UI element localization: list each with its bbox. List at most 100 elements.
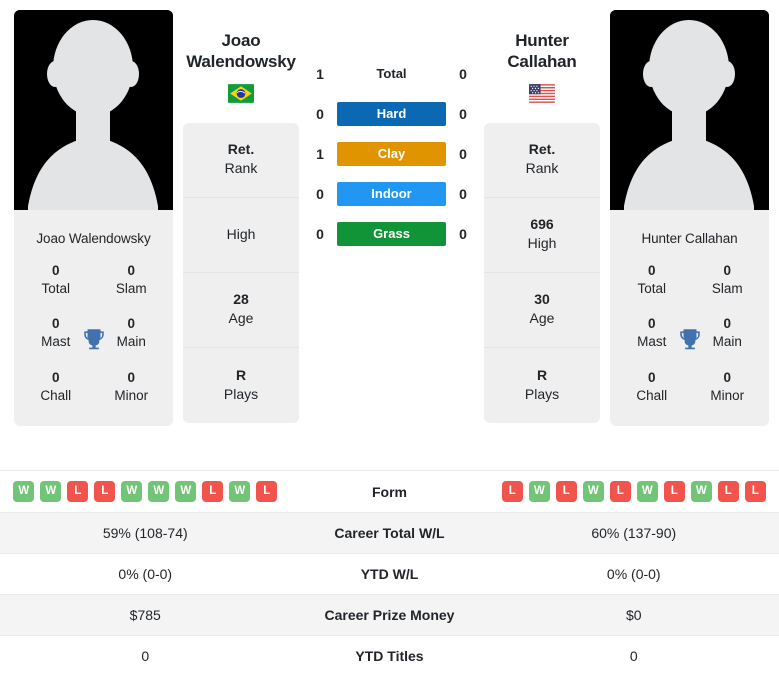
comparison-header: Joao Walendowsky 0 Total 0 Slam 0 Mast 0… (0, 0, 779, 470)
stat-row-high: High (183, 198, 299, 273)
trophy-label: Chall (40, 387, 72, 403)
trophy-value: 0 (127, 263, 135, 278)
trophy-stat: 0 Chall (18, 361, 94, 414)
left-form-cell: WWLLWWWLWL (0, 471, 291, 513)
right-player-photo-card: Hunter Callahan 0 Total 0 Slam 0 Mast 0 … (610, 10, 769, 427)
right-value: 0 (629, 648, 638, 665)
form-badge-win: W (148, 481, 170, 502)
row-label: YTD Titles (355, 648, 424, 665)
h2h-left-score: 0 (316, 226, 324, 242)
right-player-info: Hunter Callahan Ret. Rank 696 High 30 Ag… (484, 10, 600, 423)
form-badge-loss: L (744, 481, 766, 502)
trophy-value: 0 (51, 369, 60, 385)
stat-value: R (536, 366, 548, 383)
right-value: 0% (0-0) (606, 566, 661, 582)
stat-label: Plays (223, 385, 259, 402)
h2h-surface-badge-indoor[interactable]: Indoor (337, 182, 446, 206)
form-badge-loss: L (501, 481, 523, 502)
table-row-ytd-wl: 0% (0-0) YTD W/L 0% (0-0) (0, 553, 779, 595)
trophy-label: Mast (41, 334, 71, 350)
trophy-stat: 0 Main (94, 307, 170, 360)
comparison-table: WWLLWWWLWL Form LWLWLWLWLL 59% (108-74) … (0, 470, 779, 677)
form-badge-win: W (121, 481, 143, 502)
h2h-right-score: 0 (459, 186, 467, 202)
form-badge-win: W (582, 481, 604, 502)
h2h-right-score: 0 (459, 146, 467, 162)
stat-label: Age (529, 310, 555, 326)
player-name-label: Hunter Callahan (641, 231, 738, 246)
trophy-value: 0 (723, 369, 731, 385)
form-badge-win: W (40, 481, 62, 502)
trophy-stat: 0 Slam (94, 254, 170, 307)
form-badge-win: W (175, 481, 197, 502)
h2h-row-grass: 0 Grass 0 (309, 222, 474, 246)
h2h-surface-label: Total (376, 66, 407, 81)
player-first-name: Hunter (515, 31, 569, 50)
right-flag-wrap (484, 83, 600, 103)
player-card: Hunter Callahan 0 Total 0 Slam 0 Mast 0 … (610, 10, 769, 427)
right-value: $0 (488, 594, 779, 636)
table-row-ytd-titles: 0 YTD Titles 0 (0, 635, 779, 677)
table-row-prize-money: $785 Career Prize Money $0 (0, 594, 779, 636)
form-badge-win: W (13, 481, 35, 502)
left-player-photo (14, 10, 173, 222)
left-player-info: Joao Walendowsky Ret. Rank High 28 Age R… (183, 10, 299, 423)
h2h-row-hard: 0 Hard 0 (309, 102, 474, 126)
left-value: 0 (141, 648, 150, 665)
left-player-name: Joao Walendowsky (183, 10, 299, 73)
stat-value: 696 (530, 216, 554, 233)
right-stat-box: Ret. Rank 696 High 30 Age R Plays (484, 122, 600, 423)
trophy-stat: 0 Main (690, 307, 766, 360)
head-to-head-column: 1 Total 0 0 Hard 0 1 Clay 0 0 Indoor 0 0… (309, 10, 474, 262)
trophy-value: 0 (647, 316, 656, 332)
h2h-surface-badge-hard[interactable]: Hard (337, 102, 446, 126)
trophy-value: 0 (723, 263, 731, 278)
stat-label: Rank (224, 160, 258, 176)
right-form-cell: LWLWLWLWLL (489, 471, 779, 513)
h2h-left-score: 1 (316, 66, 324, 82)
stat-row-age: 28 Age (183, 273, 299, 348)
h2h-left-score: 0 (316, 106, 324, 122)
left-value: 59% (108-74) (0, 512, 291, 554)
h2h-left-score: 1 (316, 146, 324, 162)
right-form-list: LWLWLWLWLL (497, 481, 772, 502)
trophy-value: 0 (127, 369, 135, 385)
trophy-value: 0 (723, 316, 731, 332)
trophy-label: Minor (114, 387, 149, 403)
right-player-name: Hunter Callahan (484, 10, 600, 73)
form-badge-loss: L (609, 481, 631, 502)
trophy-stat: 0 Total (614, 254, 690, 307)
table-row-career-wl: 59% (108-74) Career Total W/L 60% (137-9… (0, 512, 779, 554)
trophy-label: Main (116, 334, 146, 350)
stat-value: R (235, 366, 247, 383)
form-badge-win: W (690, 481, 712, 502)
h2h-right-score: 0 (459, 106, 467, 122)
right-player-photo (610, 10, 769, 222)
stat-row-high: 696 High (484, 198, 600, 273)
h2h-surface-badge-grass[interactable]: Grass (337, 222, 446, 246)
h2h-left-score: 0 (316, 186, 324, 202)
trophy-stat: 0 Mast (614, 307, 690, 360)
trophy-stat: 0 Mast (18, 307, 94, 360)
trophy-stat: 0 Chall (614, 361, 690, 414)
form-badge-loss: L (94, 481, 116, 502)
left-flag-wrap (183, 83, 299, 103)
trophy-grid: 0 Total 0 Slam 0 Mast 0 Main 0 Chall 0 M… (14, 252, 173, 426)
trophy-stat: 0 Minor (690, 361, 766, 414)
h2h-row-total: 1 Total 0 (309, 62, 474, 86)
left-value: 0% (0-0) (118, 566, 173, 582)
stat-row-plays: R Plays (183, 348, 299, 423)
stat-label: High (527, 235, 557, 251)
stat-row-plays: R Plays (484, 348, 600, 423)
trophy-stat: 0 Slam (690, 254, 766, 307)
stat-label: High (226, 225, 256, 242)
row-label: YTD W/L (360, 566, 419, 582)
stat-label: Plays (524, 385, 560, 402)
right-value: 60% (137-90) (488, 512, 779, 554)
trophy-label: Chall (636, 387, 668, 403)
row-label: Form (372, 483, 407, 500)
form-badge-loss: L (202, 481, 224, 502)
form-badge-win: W (636, 481, 658, 502)
h2h-surface-badge-clay[interactable]: Clay (337, 142, 446, 166)
player-name-label: Joao Walendowsky (36, 231, 151, 246)
